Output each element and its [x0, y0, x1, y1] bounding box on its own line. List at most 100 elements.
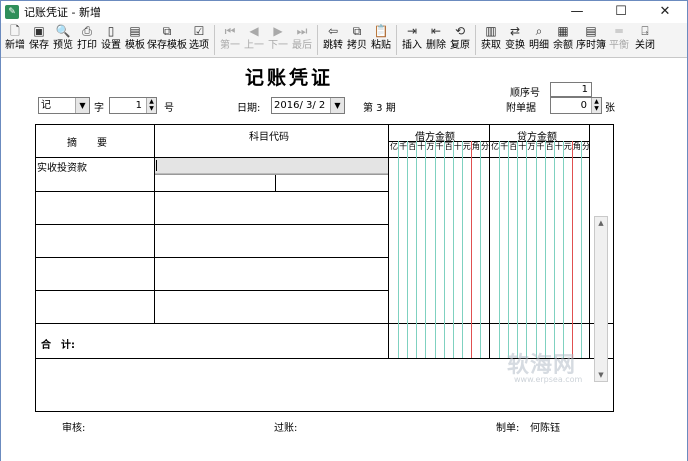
voucher-heading: 记账凭证 — [245, 67, 334, 89]
detail-icon: ⌕ — [535, 24, 543, 38]
toolbar-button-0[interactable]: 🗋 新增 — [3, 23, 27, 58]
toolbar-button-18[interactable]: ▥ 获取 — [479, 23, 503, 58]
scroll-up-icon[interactable]: ▲ — [595, 217, 607, 229]
toolbar-button-2[interactable]: 🔍 预览 — [51, 23, 75, 58]
maker-value: 何陈钰 — [530, 423, 560, 434]
toolbar-button-17[interactable]: ⟲ 复原 — [448, 23, 472, 58]
delete-icon: ⇤ — [430, 24, 442, 38]
toolbar-separator — [317, 25, 318, 55]
attach-label: 附单据 — [506, 103, 536, 114]
balance-icon: ▦ — [557, 24, 569, 38]
seq-field[interactable]: 1 — [550, 82, 592, 97]
fetch-icon: ▥ — [485, 24, 497, 38]
debit-digit-header: 万 — [426, 142, 435, 151]
row1-summary[interactable]: 实收投资款 — [37, 159, 87, 174]
credit-digit-header: 十 — [554, 142, 563, 151]
audit-label: 审核: — [62, 423, 86, 434]
text-caret — [156, 160, 157, 171]
toolbar-button-24[interactable]: ⍈ 关闭 — [631, 23, 659, 58]
debit-digit-line — [425, 141, 427, 358]
row-line-4 — [35, 290, 389, 291]
toolbar-button-9[interactable]: ◀ 上一 — [242, 23, 266, 58]
voucher-number-field[interactable]: 1 ▲ ▼ — [109, 97, 157, 114]
date-picker[interactable]: 2016/ 3/ 2 ▼ — [271, 97, 345, 114]
toolbar-button-10[interactable]: ▶ 下一 — [266, 23, 290, 58]
toolbar-button-label: 粘贴 — [371, 40, 391, 51]
toolbar-button-16[interactable]: ⇤ 删除 — [424, 23, 448, 58]
date-value: 2016/ 3/ 2 — [274, 100, 326, 111]
maximize-button[interactable]: ☐ — [599, 1, 643, 23]
last-icon: ⏭ — [296, 24, 308, 38]
voucher-type-select[interactable]: 记 ▼ — [38, 97, 90, 114]
toolbar-button-12[interactable]: ⇦ 跳转 — [321, 23, 345, 58]
toolbar-button-4[interactable]: ▯ 设置 — [99, 23, 123, 58]
attach-count-field[interactable]: 0 ▲ ▼ — [550, 97, 602, 114]
toolbar-button-15[interactable]: ⇥ 插入 — [400, 23, 424, 58]
balance-check-icon: ═ — [615, 24, 623, 38]
spinner-icon[interactable]: ▲ ▼ — [591, 98, 601, 113]
toolbar-button-label: 平衡 — [609, 40, 629, 51]
toolbar-button-label: 新增 — [5, 40, 25, 51]
voucher-number-value: 1 — [135, 100, 142, 111]
preview-icon: 🔍 — [55, 24, 71, 38]
options-icon: ☑ — [193, 24, 205, 38]
toolbar-button-21[interactable]: ▦ 余额 — [551, 23, 575, 58]
debit-digit-line — [443, 141, 445, 358]
summary-header: 摘 要 — [67, 138, 107, 149]
close-button[interactable]: ✕ — [643, 1, 687, 23]
save-template-icon: ⧉ — [162, 24, 172, 38]
seq-label: 顺序号 — [510, 88, 540, 99]
toolbar-button-22[interactable]: ▤ 序时簿 — [575, 23, 607, 58]
restore-icon: ⟲ — [454, 24, 466, 38]
credit-digit-header: 千 — [536, 142, 545, 151]
credit-digit-header: 元 — [563, 142, 572, 151]
debit-digit-line — [434, 141, 436, 358]
row-line-3 — [35, 257, 389, 258]
debit-digit-header: 分 — [481, 142, 489, 151]
toolbar-button-label: 删除 — [426, 40, 446, 51]
title-bar: ✎ 记账凭证 - 新增 — ☐ ✕ — [1, 1, 687, 23]
toolbar-button-label: 复原 — [450, 40, 470, 51]
window-title: 记账凭证 - 新增 — [24, 6, 101, 19]
toolbar-button-13[interactable]: ⧉ 拷贝 — [345, 23, 369, 58]
toolbar-button-1[interactable]: ▣ 保存 — [27, 23, 51, 58]
credit-digit-line — [508, 141, 510, 358]
total-label: 合 计: — [41, 340, 75, 351]
debit-digit-header: 元 — [462, 142, 471, 151]
toolbar-button-11[interactable]: ⏭ 最后 — [290, 23, 314, 58]
table-scrollbar[interactable]: ▲ ▼ — [594, 216, 608, 382]
toolbar-button-label: 获取 — [481, 40, 501, 51]
chevron-down-icon[interactable]: ▼ — [330, 98, 344, 113]
watermark-url: www.erpsea.com — [514, 375, 583, 384]
toolbar-button-14[interactable]: 📋 粘贴 — [369, 23, 393, 58]
next-icon: ▶ — [273, 24, 283, 38]
toolbar-button-label: 模板 — [125, 40, 145, 51]
spinner-icon[interactable]: ▲ ▼ — [146, 98, 156, 113]
chevron-down-icon[interactable]: ▼ — [75, 98, 89, 113]
toolbar-button-19[interactable]: ⇄ 变换 — [503, 23, 527, 58]
credit-digit-line — [544, 141, 546, 358]
account-code-input[interactable] — [155, 158, 388, 174]
toolbar-button-20[interactable]: ⌕ 明细 — [527, 23, 551, 58]
toolbar-button-label: 最后 — [292, 40, 312, 51]
toolbar-button-8[interactable]: ⏮ 第一 — [218, 23, 242, 58]
date-label: 日期: — [237, 103, 261, 114]
credit-digit-header: 亿 — [491, 142, 499, 151]
toolbar-separator — [475, 25, 476, 55]
toolbar-button-7[interactable]: ☑ 选项 — [187, 23, 211, 58]
minimize-button[interactable]: — — [555, 1, 599, 23]
scroll-down-icon[interactable]: ▼ — [595, 369, 607, 381]
toolbar: 🗋 新增 ▣ 保存 🔍 预览 ⎙ 打印 ▯ 设置 ▤ 模板 ⧉ 保存模板 ☑ 选项 ⏮ 第一 ◀ 上一 ▶ 下一 ⏭ 最后 ⇦ 跳… — [1, 23, 687, 58]
close-door-icon: ⍈ — [641, 24, 649, 38]
toolbar-button-6[interactable]: ⧉ 保存模板 — [147, 23, 187, 58]
hao-label: 号 — [164, 103, 174, 114]
voucher-content: 记账凭证 记 ▼ 字 1 ▲ ▼ 号 日期: 2016/ 3/ 2 ▼ 第 3 期… — [1, 59, 687, 461]
attach-unit-label: 张 — [605, 103, 615, 114]
toolbar-button-23[interactable]: ═ 平衡 — [607, 23, 631, 58]
toolbar-button-3[interactable]: ⎙ 打印 — [75, 23, 99, 58]
debit-digit-header: 角 — [471, 142, 480, 151]
toolbar-button-5[interactable]: ▤ 模板 — [123, 23, 147, 58]
credit-digit-header: 百 — [545, 142, 554, 151]
debit-digit-header: 十 — [453, 142, 462, 151]
credit-digit-header: 角 — [572, 142, 581, 151]
